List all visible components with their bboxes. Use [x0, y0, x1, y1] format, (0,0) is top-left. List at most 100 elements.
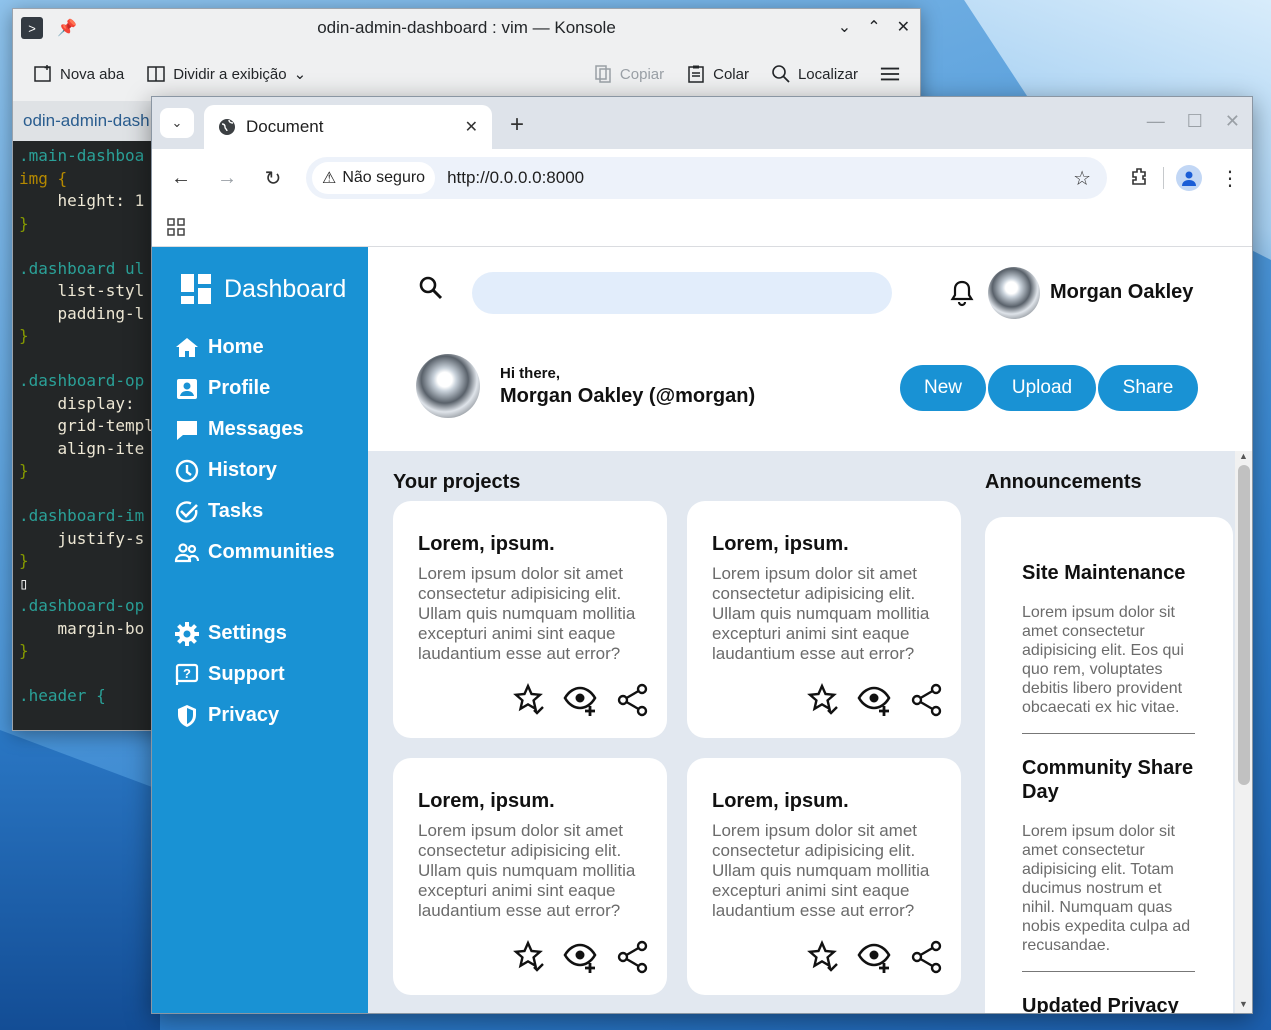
konsole-titlebar: > 📌 odin-admin-dashboard : vim — Konsole… — [13, 9, 920, 47]
favorite-star-icon[interactable] — [805, 682, 841, 718]
hamburger-menu-button[interactable] — [880, 64, 900, 84]
card-actions — [805, 682, 945, 718]
new-tab-button[interactable]: Nova aba — [33, 64, 124, 84]
watch-eye-icon[interactable] — [857, 939, 893, 975]
announcement-body: Lorem ipsum dolor sit amet consectetur a… — [1022, 823, 1191, 954]
terminal-line: } — [19, 326, 29, 345]
sidebar-brand[interactable]: Dashboard — [180, 273, 368, 305]
terminal-line: align-ite — [19, 438, 145, 458]
terminal-line: padding-l — [19, 303, 145, 323]
tab-search-button[interactable]: ⌄ — [160, 108, 194, 138]
projects-title: Your projects — [393, 471, 521, 493]
close-tab-icon[interactable]: ✕ — [465, 117, 478, 137]
page-scrollbar[interactable]: ▲ ▼ — [1235, 451, 1252, 1013]
sidebar-item-messages[interactable]: Messages — [174, 409, 368, 450]
terminal-line: justify-s — [19, 528, 145, 548]
terminal-line: .dashboard-op — [19, 596, 145, 615]
close-icon[interactable]: ✕ — [1225, 111, 1240, 132]
maximize-icon[interactable]: ⌃ — [867, 17, 880, 37]
sidebar-item-history[interactable]: History — [174, 450, 368, 491]
project-title: Lorem, ipsum. — [418, 533, 555, 555]
konsole-toolbar: Nova aba Dividir a exibição ⌄ Copiar Col… — [13, 47, 920, 101]
share-icon[interactable] — [615, 939, 651, 975]
divider — [1022, 733, 1195, 734]
watch-eye-icon[interactable] — [563, 682, 599, 718]
paste-button[interactable]: Colar — [686, 64, 749, 84]
share-icon[interactable] — [909, 939, 945, 975]
sidebar-item-profile[interactable]: Profile — [174, 368, 368, 409]
terminal-line: } — [19, 461, 29, 480]
share-button[interactable]: Share — [1098, 365, 1198, 411]
kebab-menu-icon[interactable]: ⋮ — [1220, 166, 1240, 191]
sidebar-item-label: History — [208, 459, 277, 481]
project-description: Lorem ipsum dolor sit amet consectetur a… — [712, 564, 930, 663]
extensions-icon[interactable] — [1129, 165, 1151, 192]
back-icon[interactable]: ← — [164, 161, 198, 195]
profile-avatar-icon[interactable] — [1176, 165, 1202, 191]
sidebar-item-support[interactable]: ? Support — [174, 654, 368, 695]
omnibox[interactable]: ⚠ Não seguro http://0.0.0.0:8000 ☆ — [306, 157, 1107, 199]
card-actions — [511, 939, 651, 975]
content-area: Your projects Announcements Lorem, ipsum… — [368, 451, 1252, 1013]
url-text[interactable]: http://0.0.0.0:8000 — [447, 168, 1061, 188]
apps-grid-icon[interactable] — [166, 217, 186, 237]
profile-icon — [177, 378, 197, 399]
terminal-view[interactable]: .main-dashboa img { height: 1} .dashboard … — [13, 141, 153, 730]
new-tab-icon[interactable]: + — [510, 111, 524, 139]
header-username: Morgan Oakley — [1050, 281, 1194, 303]
history-icon — [175, 459, 199, 482]
browser-tabstrip: ⌄ Document ✕ + — ☐ ✕ — [152, 97, 1252, 149]
close-icon[interactable]: ✕ — [897, 17, 910, 37]
divider — [1022, 971, 1195, 972]
favorite-star-icon[interactable] — [511, 682, 547, 718]
header: Morgan Oakley Hi there, Morgan Oakley (@… — [368, 247, 1252, 451]
browser-tab[interactable]: Document ✕ — [204, 105, 492, 149]
sidebar-item-privacy[interactable]: Privacy — [174, 695, 368, 736]
favorite-star-icon[interactable] — [511, 939, 547, 975]
favorite-star-icon[interactable] — [805, 939, 841, 975]
share-icon[interactable] — [615, 682, 651, 718]
konsole-tab[interactable]: odin-admin-dash — [23, 111, 150, 131]
upload-button[interactable]: Upload — [988, 365, 1096, 411]
security-chip[interactable]: ⚠ Não seguro — [312, 162, 436, 194]
tab-title: Document — [246, 117, 324, 136]
sidebar-item-tasks[interactable]: Tasks — [174, 491, 368, 532]
sidebar-item-label: Communities — [208, 541, 335, 563]
forward-icon[interactable]: → — [210, 161, 244, 195]
card-actions — [805, 939, 945, 975]
card-actions — [511, 682, 651, 718]
split-view-button[interactable]: Dividir a exibição ⌄ — [146, 64, 306, 84]
share-icon[interactable] — [909, 682, 945, 718]
project-card: Lorem, ipsum. Lorem ipsum dolor sit amet … — [393, 501, 667, 738]
sidebar-item-home[interactable]: Home — [174, 327, 368, 368]
scrollbar-thumb[interactable] — [1238, 465, 1250, 785]
minimize-icon[interactable]: ⌄ — [838, 17, 851, 37]
notification-bell-icon[interactable] — [948, 279, 976, 307]
support-icon: ? — [175, 663, 199, 685]
sidebar-item-label: Support — [208, 663, 285, 685]
reload-icon[interactable]: ↻ — [256, 161, 290, 195]
copy-label: Copiar — [619, 65, 665, 83]
search-input[interactable] — [472, 272, 892, 314]
find-button[interactable]: Localizar — [771, 64, 858, 84]
split-view-icon — [146, 64, 166, 84]
sidebar-item-communities[interactable]: Communities — [174, 532, 368, 573]
announcement-title: Updated Privacy — [1022, 995, 1179, 1014]
sidebar-item-settings[interactable]: Settings — [174, 613, 368, 654]
watch-eye-icon[interactable] — [857, 682, 893, 718]
avatar[interactable] — [988, 267, 1040, 319]
minimize-icon[interactable]: — — [1147, 111, 1165, 132]
find-label: Localizar — [797, 65, 858, 83]
main-area: Morgan Oakley Hi there, Morgan Oakley (@… — [368, 247, 1252, 1013]
bookmark-star-icon[interactable]: ☆ — [1073, 166, 1091, 191]
browser-window: ⌄ Document ✕ + — ☐ ✕ ← → ↻ ⚠ Não seguro … — [151, 96, 1253, 1014]
maximize-icon[interactable]: ☐ — [1187, 111, 1203, 132]
scroll-down-arrow[interactable]: ▼ — [1235, 999, 1252, 1013]
scroll-up-arrow[interactable]: ▲ — [1235, 451, 1252, 465]
copy-button[interactable]: Copiar — [593, 64, 664, 84]
terminal-line: .header { — [19, 686, 106, 705]
watch-eye-icon[interactable] — [563, 939, 599, 975]
security-label: Não seguro — [342, 169, 426, 186]
new-button[interactable]: New — [900, 365, 986, 411]
